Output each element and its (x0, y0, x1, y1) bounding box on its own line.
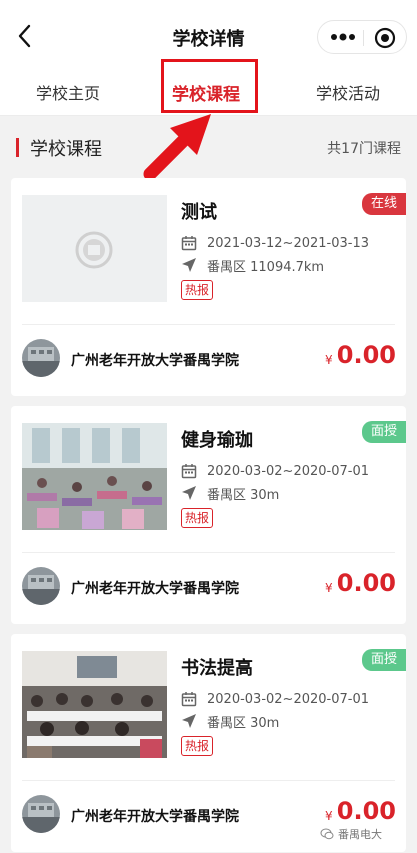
calendar-icon (181, 464, 197, 479)
school-avatar (22, 567, 60, 605)
watermark: 番禺电大 (320, 826, 382, 842)
course-thumbnail-calligraphy (22, 651, 167, 758)
school-name: 广州老年开放大学番禺学院 (71, 353, 239, 369)
hot-tag: 热报 (181, 508, 214, 528)
card-divider (22, 324, 395, 325)
section-accent-bar (16, 138, 19, 157)
currency-symbol: ¥ (325, 581, 333, 595)
course-card[interactable]: 测试 在线 2021-03-12~2021-03-13 番禺区 11094.7k… (11, 178, 406, 396)
wechat-icon (320, 828, 334, 840)
course-location-row: 番禺区 30m (181, 711, 279, 731)
school-name: 广州老年开放大学番禺学院 (71, 809, 239, 825)
mini-program-capsule (317, 20, 407, 54)
course-title: 书法提高 (181, 658, 253, 679)
course-price: 0.00 (336, 341, 396, 369)
school-name: 广州老年开放大学番禺学院 (71, 581, 239, 597)
location-arrow-icon (182, 486, 196, 500)
course-date-row: 2020-03-02~2020-07-01 (181, 461, 369, 481)
currency-symbol: ¥ (325, 353, 333, 367)
hot-tag: 热报 (181, 280, 214, 300)
card-divider (22, 552, 395, 553)
course-location: 番禺区 11094.7km (207, 259, 325, 275)
course-card[interactable]: 书法提高 面授 2020-03-02~2020-07-01 番禺区 30m 热报… (11, 634, 406, 852)
ellipsis-icon[interactable] (330, 30, 356, 44)
course-price: 0.00 (336, 797, 396, 825)
location-arrow-icon (182, 258, 196, 272)
course-location-row: 番禺区 30m (181, 483, 279, 503)
course-date-row: 2020-03-02~2020-07-01 (181, 689, 369, 709)
section-title: 学校课程 (30, 139, 102, 160)
course-thumbnail-placeholder (22, 195, 167, 302)
course-card[interactable]: 健身瑜珈 面授 2020-03-02~2020-07-01 番禺区 30m 热报… (11, 406, 406, 624)
tab-school-activities[interactable]: 学校活动 (316, 80, 380, 104)
course-title: 测试 (181, 202, 217, 223)
currency-symbol: ¥ (325, 809, 333, 823)
capsule-divider (363, 30, 364, 46)
course-count: 共17门课程 (327, 141, 401, 157)
course-date-row: 2021-03-12~2021-03-13 (181, 233, 369, 253)
course-location: 番禺区 30m (207, 715, 280, 731)
hot-tag: 热报 (181, 736, 214, 756)
calendar-icon (181, 692, 197, 707)
target-close-icon[interactable] (374, 27, 396, 49)
course-type-badge: 面授 (361, 421, 406, 443)
course-title: 健身瑜珈 (181, 430, 253, 451)
school-avatar (22, 339, 60, 377)
course-date-range: 2021-03-12~2021-03-13 (207, 235, 369, 251)
course-type-badge: 在线 (361, 193, 406, 215)
watermark-text: 番禺电大 (338, 828, 382, 841)
section-header: 学校课程 共17门课程 (0, 118, 417, 176)
calendar-icon (181, 236, 197, 251)
course-location: 番禺区 30m (207, 487, 280, 503)
card-divider (22, 780, 395, 781)
course-type-badge: 面授 (361, 649, 406, 671)
course-thumbnail-yoga (22, 423, 167, 530)
location-arrow-icon (182, 714, 196, 728)
tab-school-home[interactable]: 学校主页 (36, 80, 100, 104)
school-avatar (22, 795, 60, 833)
course-price: 0.00 (336, 569, 396, 597)
course-date-range: 2020-03-02~2020-07-01 (207, 463, 369, 479)
course-date-range: 2020-03-02~2020-07-01 (207, 691, 369, 707)
course-location-row: 番禺区 11094.7km (181, 255, 324, 275)
